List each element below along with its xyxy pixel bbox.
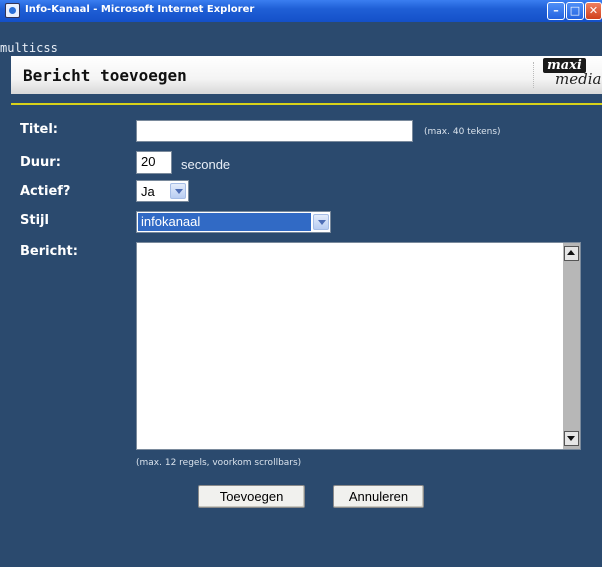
chevron-down-icon[interactable] xyxy=(170,183,186,199)
site-name: multicss xyxy=(0,41,58,55)
bericht-textarea[interactable] xyxy=(136,242,581,450)
window-title: Info-Kanaal - Microsoft Internet Explore… xyxy=(25,4,255,15)
duur-unit: seconde xyxy=(181,157,231,172)
page-header: Bericht toevoegen maxi media xyxy=(11,56,602,94)
header-divider xyxy=(11,103,602,105)
titel-input[interactable] xyxy=(136,120,413,142)
titel-hint: (max. 40 tekens) xyxy=(424,127,501,137)
textarea-scrollbar[interactable] xyxy=(563,243,580,449)
site-strip: multicss xyxy=(0,22,602,56)
maximize-button[interactable]: □ xyxy=(566,2,584,20)
scroll-up-icon[interactable] xyxy=(564,246,579,261)
toevoegen-button[interactable]: Toevoegen xyxy=(198,485,305,508)
window-titlebar[interactable]: Info-Kanaal - Microsoft Internet Explore… xyxy=(0,0,602,22)
scroll-down-icon[interactable] xyxy=(564,431,579,446)
ie-app-icon xyxy=(5,3,20,18)
actief-select[interactable]: Ja xyxy=(136,180,189,202)
annuleren-button[interactable]: Annuleren xyxy=(333,485,424,508)
stijl-select[interactable]: infokanaal xyxy=(136,211,331,233)
chevron-down-icon[interactable] xyxy=(313,214,329,230)
logo-divider xyxy=(533,62,537,88)
bericht-label: Bericht: xyxy=(20,244,78,259)
minimize-button[interactable]: – xyxy=(547,2,565,20)
page-title: Bericht toevoegen xyxy=(23,66,187,85)
stijl-label: Stijl xyxy=(20,213,49,228)
duur-input[interactable]: 20 xyxy=(136,151,172,174)
bericht-hint: (max. 12 regels, voorkom scrollbars) xyxy=(136,458,302,468)
logo-media-text: media xyxy=(555,70,602,88)
actief-label: Actief? xyxy=(20,184,71,199)
duur-label: Duur: xyxy=(20,155,61,170)
titel-label: Titel: xyxy=(20,122,59,137)
actief-selected-value: Ja xyxy=(141,184,155,199)
stijl-selected-value: infokanaal xyxy=(138,213,311,231)
maxi-media-logo: maxi media xyxy=(533,58,602,92)
close-button[interactable]: ✕ xyxy=(585,2,602,20)
